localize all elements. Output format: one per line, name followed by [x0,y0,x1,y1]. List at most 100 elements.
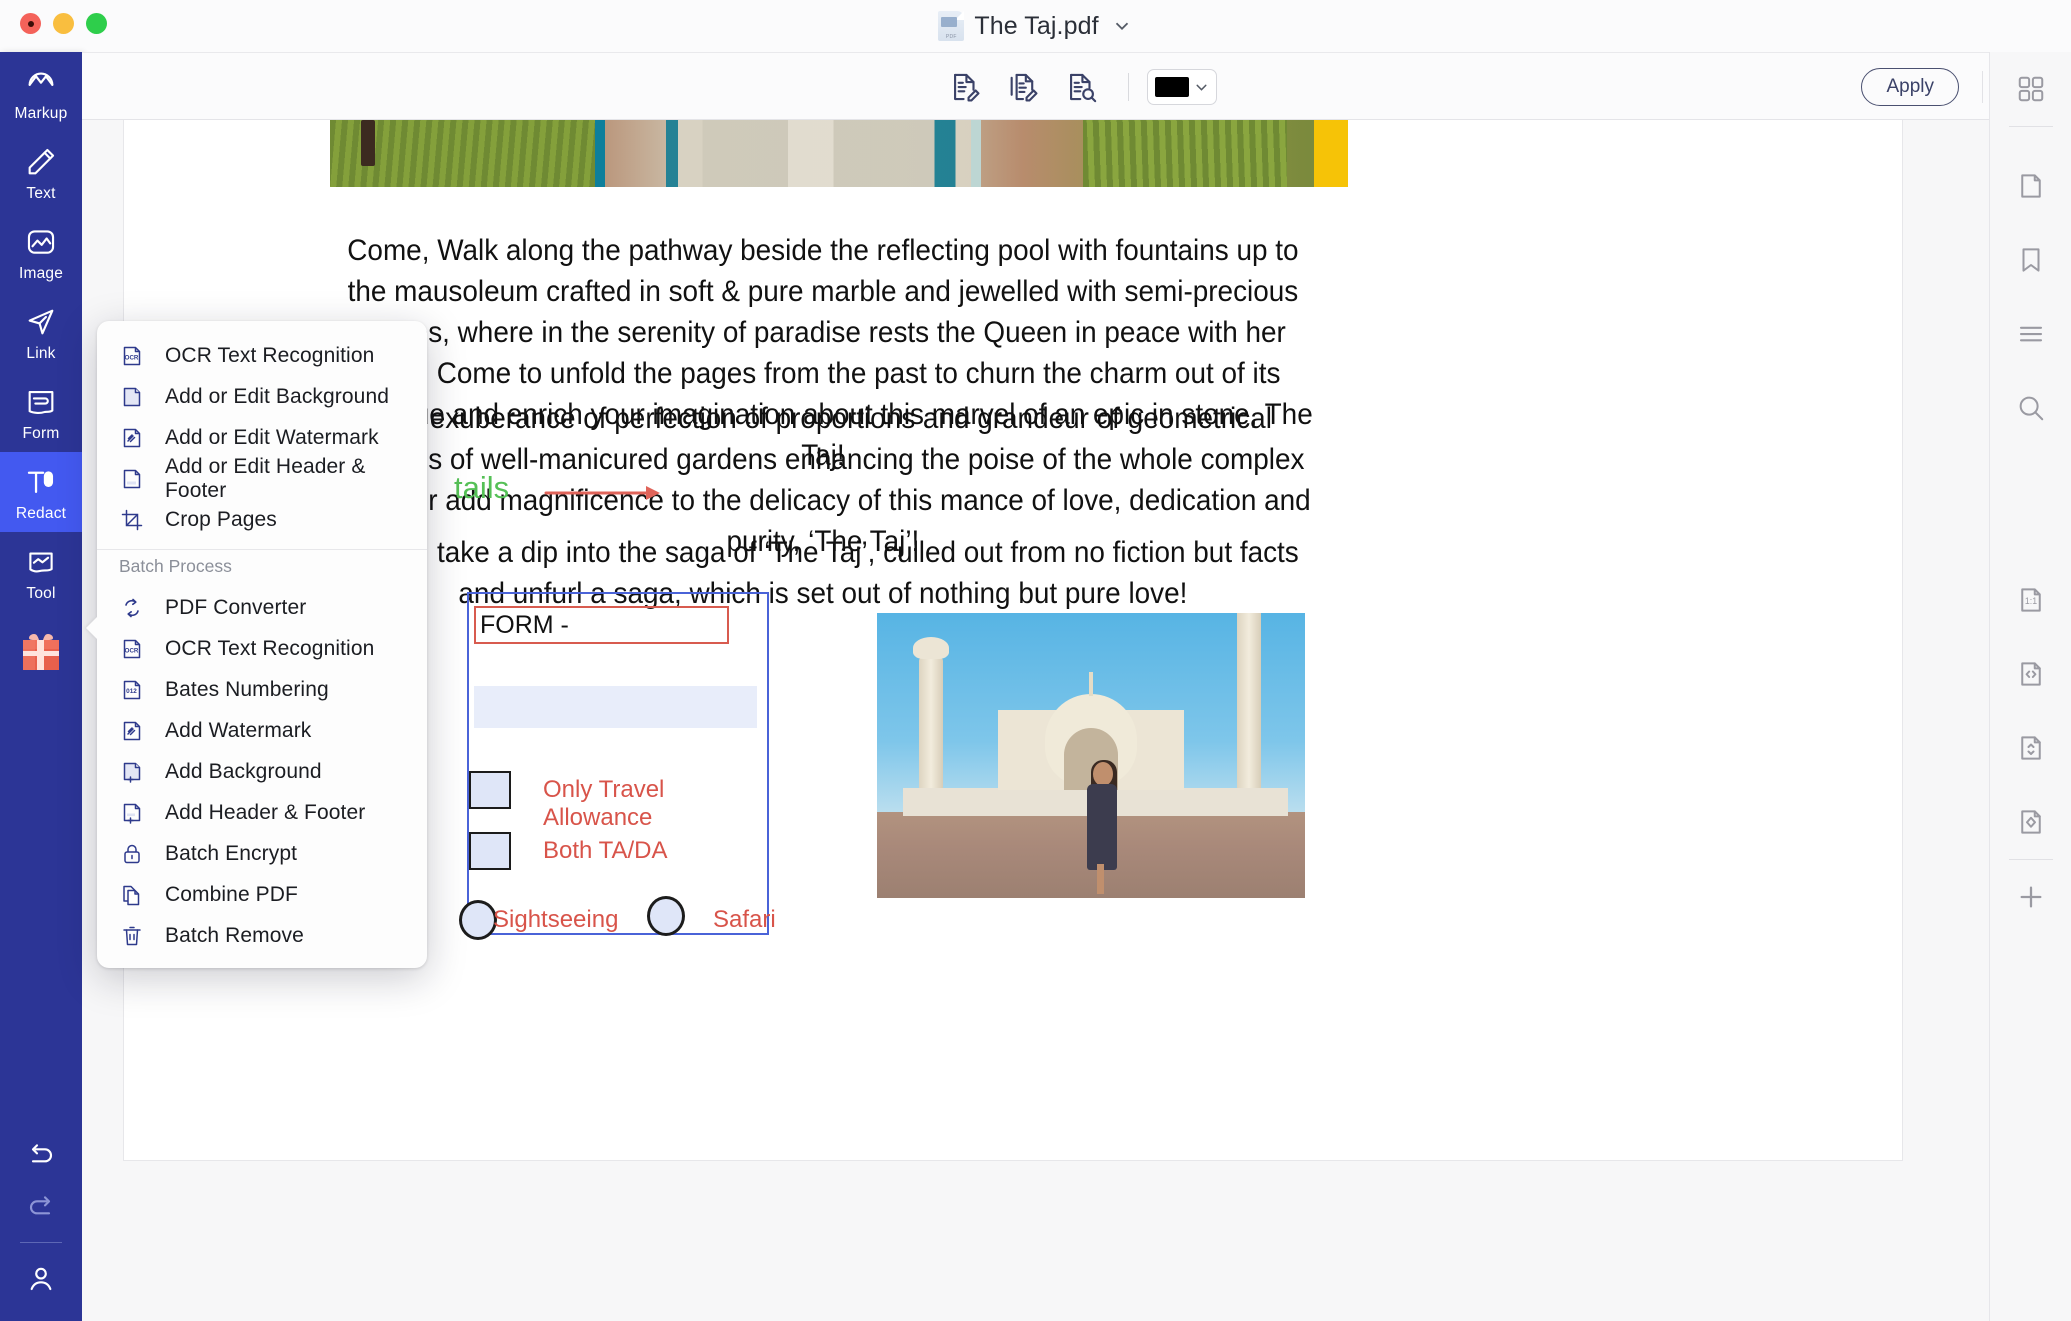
svg-text:1:1: 1:1 [2024,596,2036,606]
outline-button[interactable] [1990,297,2071,371]
sidebar-item-link[interactable]: Link [0,292,82,372]
redo-icon [25,1192,57,1224]
sidebar-label: Image [18,265,64,282]
fit-height-button[interactable] [1990,711,2071,785]
form-annotation-box[interactable]: FORM - Only Travel Allowance Both TA/DA … [459,592,776,940]
menu-item-label: OCR Text Recognition [165,636,375,660]
sidebar-item-image[interactable]: Image [0,212,82,292]
radio-label-safari: Safari [713,906,776,933]
gift-icon[interactable] [15,626,67,678]
menu-item-add-header-footer[interactable]: Add Header & Footer [97,792,427,833]
svg-text:OCR: OCR [125,354,139,361]
sidebar-label: Text [26,185,56,202]
sidebar-label: Redact [15,505,67,522]
sidebar-item-tool[interactable]: Tool [0,532,82,612]
form-icon [24,385,58,419]
sidebar-item-redact[interactable]: Redact [0,452,82,532]
edit-all-pages-text-button[interactable] [994,63,1052,111]
ocr-doc-icon: OCR [119,343,145,369]
menu-item-label: Crop Pages [165,507,277,531]
search-document-text-button[interactable] [1052,63,1110,111]
plus-icon [2015,881,2047,913]
menu-item-add-background[interactable]: Add Background [97,751,427,792]
menu-item-label: Add or Edit Background [165,384,390,408]
checkbox-label-both-ta-da: Both TA/DA [543,837,668,864]
sidebar-label: Link [26,345,56,362]
redo-button[interactable] [0,1182,82,1234]
form-title-field[interactable]: FORM - [474,606,729,644]
header-footer-plus-doc-icon [119,800,145,826]
menu-item-pdf-converter[interactable]: PDF Converter [97,587,427,628]
menu-item-label: Add Background [165,759,322,783]
fit-page-button[interactable] [1990,785,2071,859]
color-picker-select[interactable] [1147,69,1217,105]
taj-mahal-photo[interactable] [877,613,1305,898]
menu-item-add-or-edit-watermark[interactable]: Add or Edit Watermark [97,417,427,458]
checkbox-both-ta-da[interactable] [469,832,511,870]
chevron-down-icon [1193,79,1210,96]
apply-button[interactable]: Apply [1861,68,1959,106]
undo-icon [25,1140,57,1172]
right-sidebar: 1:1 [1989,52,2071,1321]
menu-item-label: PDF Converter [165,595,307,619]
sidebar-item-markup[interactable]: Markup [0,52,82,132]
document-pencil-icon [948,70,982,104]
menu-item-ocr-text-recognition[interactable]: OCR OCR Text Recognition [97,335,427,376]
undo-button[interactable] [0,1130,82,1182]
form-highlight-band [474,686,757,728]
menu-divider [97,549,427,550]
red-arrow-annotation[interactable] [544,482,664,504]
actual-size-button[interactable]: 1:1 [1990,563,2071,637]
background-doc-icon [119,384,145,410]
rightbar-divider-top [2008,126,2053,127]
menu-item-batch-ocr-text-recognition[interactable]: OCR OCR Text Recognition [97,628,427,669]
menu-item-batch-encrypt[interactable]: Batch Encrypt [97,833,427,874]
svg-text:OCR: OCR [125,647,139,654]
ocr-doc-icon: OCR [119,636,145,662]
bates-012-doc-icon: 012 [119,677,145,703]
left-sidebar: Markup Text Image Link Form Redact Tool [0,52,82,1321]
document-title-group: The Taj.pdf [0,0,2071,52]
editing-toolbar: Apply [82,52,2071,120]
pencil-icon [24,145,58,179]
bookmarks-button[interactable] [1990,223,2071,297]
menu-item-add-or-edit-header-footer[interactable]: Add or Edit Header & Footer [97,455,427,502]
sidebar-label: Tool [26,585,56,602]
add-page-button[interactable] [1990,860,2071,934]
menu-item-add-or-edit-background[interactable]: Add or Edit Background [97,376,427,417]
edit-page-text-button[interactable] [936,63,994,111]
radio-safari[interactable] [647,896,685,936]
radio-sightseeing[interactable] [459,900,497,940]
pdf-editor-window: The Taj.pdf Markup Text [0,0,2071,1321]
svg-text:012: 012 [126,688,137,695]
account-button[interactable] [0,1251,82,1321]
image-icon [24,225,58,259]
radio-label-sightseeing: Sightseeing [493,906,619,933]
sidebar-item-form[interactable]: Form [0,372,82,452]
menu-item-combine-pdf[interactable]: Combine PDF [97,874,427,915]
menu-item-bates-numbering[interactable]: 012 Bates Numbering [97,669,427,710]
page-icon [2016,171,2046,201]
page-view-button[interactable] [1990,149,2071,223]
sidebar-label: Markup [14,105,68,122]
checkbox-travel-allowance[interactable] [469,771,511,809]
tool-icon [24,545,58,579]
green-text-annotation[interactable]: tails [454,470,509,506]
toolbar-divider [1128,73,1129,101]
trash-icon [119,923,145,949]
menu-section-label: Batch Process [119,556,232,576]
search-button[interactable] [1990,371,2071,445]
title-chevron-down-icon[interactable] [1111,15,1133,37]
fit-width-button[interactable] [1990,637,2071,711]
menu-item-crop-pages[interactable]: Crop Pages [97,499,427,540]
thumbnails-grid-button[interactable] [1990,52,2071,126]
redact-icon [24,465,58,499]
sidebar-item-text[interactable]: Text [0,132,82,212]
pdf-file-icon [938,11,965,41]
menu-item-batch-remove[interactable]: Batch Remove [97,915,427,956]
menu-item-label: Add Watermark [165,718,312,742]
convert-refresh-icon [119,595,145,621]
menu-item-add-watermark[interactable]: Add Watermark [97,710,427,751]
sidebar-divider [20,1242,62,1243]
tool-context-menu[interactable]: OCR OCR Text Recognition Add or Edit Bac… [97,321,427,968]
